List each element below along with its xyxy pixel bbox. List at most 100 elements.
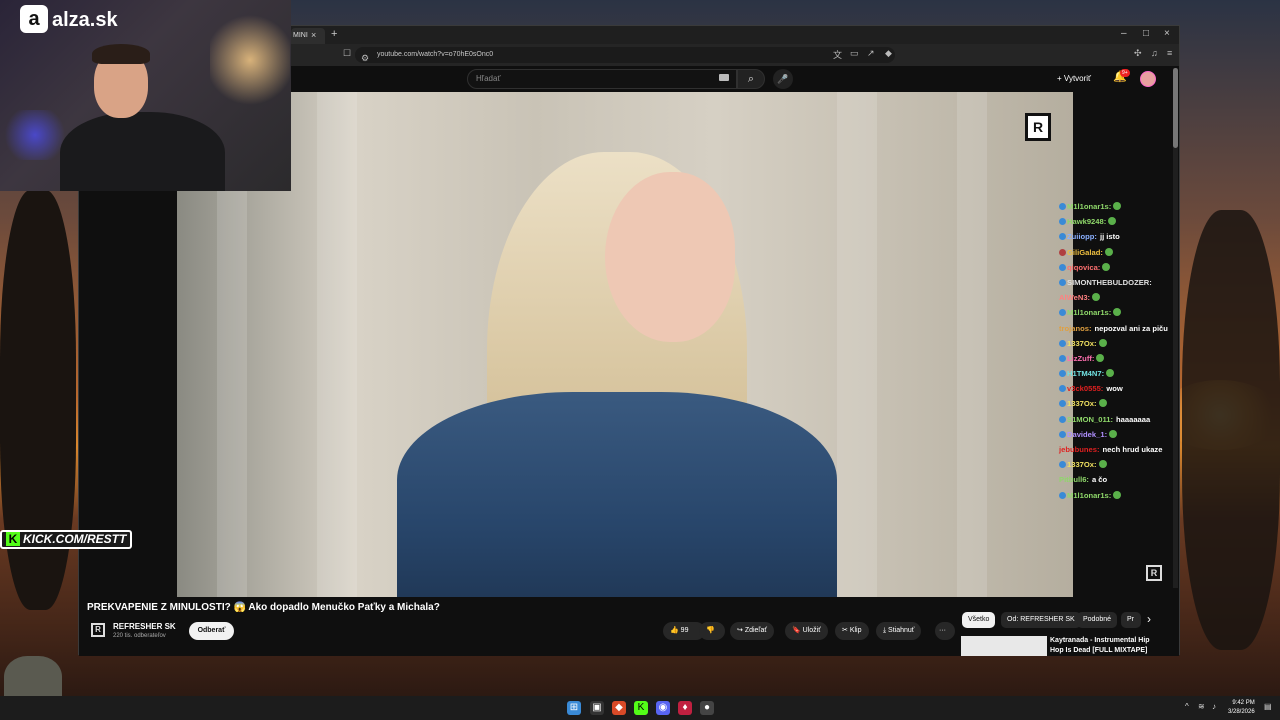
bookmark-icon[interactable]: ☐ — [343, 48, 351, 59]
chat-username[interactable]: SIMONTHEBULDOZER: — [1067, 278, 1152, 287]
user-badge-icon — [1059, 263, 1066, 271]
chat-username[interactable]: 1337Ox: — [1067, 339, 1097, 348]
chat-username[interactable]: M1l1onar1s: — [1067, 491, 1111, 500]
close-window-button[interactable]: × — [1164, 28, 1170, 39]
chat-username[interactable]: Hawk9248: — [1067, 217, 1106, 226]
user-badge-icon — [1059, 278, 1066, 286]
reader-icon[interactable]: ▭ — [850, 48, 859, 59]
share-button[interactable]: ↪ Zdieľať — [730, 622, 774, 640]
share-icon[interactable]: ↗ — [867, 48, 875, 59]
scrollbar-thumb[interactable] — [1173, 68, 1178, 148]
search-input[interactable]: Hľadať — [467, 69, 737, 89]
user-badge-icon — [1059, 461, 1066, 469]
emote-icon — [1108, 217, 1117, 226]
clip-button[interactable]: ✂ Klip — [835, 622, 869, 640]
dislike-button[interactable]: 👎 — [699, 622, 725, 640]
keyboard-icon[interactable] — [719, 74, 729, 81]
user-badge-icon — [1059, 491, 1066, 499]
clock-time: 9:42 PM — [1232, 700, 1255, 706]
bookmark-save-icon: 🔖 — [792, 627, 803, 634]
chat-username[interactable]: jebubunes: — [1059, 445, 1100, 454]
chat-username[interactable]: LizZuff: — [1067, 354, 1094, 363]
notification-center-icon[interactable]: ▤ — [1264, 702, 1272, 711]
more-actions-button[interactable]: ··· — [935, 622, 955, 640]
recommended-thumbnail[interactable] — [961, 636, 1047, 656]
chip-more[interactable]: Pr — [1121, 612, 1141, 628]
chat-message: qiqovica: — [1059, 260, 1209, 275]
notification-badge: 9+ — [1120, 69, 1130, 77]
recommended-title[interactable]: Kaytranada - Instrumental Hip Hop Is Dea… — [1050, 636, 1160, 656]
new-tab-button[interactable]: + — [331, 28, 337, 40]
chat-username[interactable]: Zuiiopp: — [1067, 232, 1097, 241]
url-field[interactable]: ⚙ youtube.com/watch?v=o70hE0sOnc0 — [355, 47, 895, 63]
chip-from-channel[interactable]: Od: REFRESHER SK — [1001, 612, 1081, 628]
chat-username[interactable]: trojanos: — [1059, 324, 1092, 333]
obs-icon[interactable]: ● — [700, 701, 714, 715]
chat-username[interactable]: Pitbull6: — [1059, 475, 1089, 484]
chat-username[interactable]: H1TM4N7: — [1067, 369, 1104, 378]
chat-username[interactable]: qiqovica: — [1067, 263, 1100, 272]
emote-icon — [1098, 399, 1107, 408]
minimize-button[interactable]: – — [1121, 28, 1127, 39]
volume-icon[interactable]: ♪ — [1212, 702, 1216, 711]
subscribe-button[interactable]: Odberať — [189, 622, 234, 640]
channel-name[interactable]: REFRESHER SK — [113, 622, 176, 631]
subscriber-count: 220 tis. odberateľov — [113, 633, 166, 639]
search-button[interactable]: ⌕ — [737, 69, 765, 89]
browser-tab[interactable]: MINI — [291, 28, 325, 44]
chat-text: haaaaaaa — [1116, 414, 1151, 424]
chat-username[interactable]: 1337Ox: — [1067, 460, 1097, 469]
menu-icon[interactable]: ≡ — [1167, 48, 1172, 58]
channel-avatar[interactable]: R — [91, 623, 105, 637]
chat-message: jebubunes: nech hrud ukaze — [1059, 442, 1209, 457]
site-info-icon[interactable]: ⚙ — [361, 50, 369, 66]
chat-username[interactable]: M1l1onar1s: — [1067, 308, 1111, 317]
chat-username[interactable]: AlWeN3: — [1059, 293, 1090, 302]
save-label: Uložiť — [802, 627, 821, 634]
create-button[interactable]: + Vytvoriť — [1057, 71, 1091, 87]
chat-username[interactable]: v3ck0555: — [1067, 384, 1103, 393]
clock[interactable]: 9:42 PM 3/28/2026 — [1228, 699, 1255, 717]
chat-message: AlWeN3: — [1059, 290, 1209, 305]
chat-username[interactable]: Davidek_1: — [1067, 430, 1107, 439]
alza-mark: a — [20, 5, 48, 33]
chat-username[interactable]: 1337Ox: — [1067, 399, 1097, 408]
discord-icon[interactable]: ◉ — [656, 701, 670, 715]
refresher-logo: R — [1025, 113, 1051, 141]
user-badge-icon — [1059, 354, 1066, 362]
chat-username[interactable]: GiliGalad: — [1067, 248, 1103, 257]
tab-close-icon[interactable]: × — [311, 30, 316, 40]
mic-button[interactable]: 🎤 — [773, 69, 793, 89]
chip-all[interactable]: Všetko — [962, 612, 996, 628]
video-title: PREKVAPENIE Z MINULOSTI? 😱 Ako dopadlo M… — [87, 602, 440, 613]
curtain-fold — [837, 92, 877, 597]
chat-username[interactable]: S1MON_011: — [1067, 415, 1113, 424]
task-view-icon[interactable]: ▣ — [590, 701, 604, 715]
kick-logo: K — [6, 532, 20, 546]
chevron-right-icon[interactable]: › — [1147, 612, 1151, 626]
tray-chevron-icon[interactable]: ^ — [1185, 702, 1189, 711]
translate-icon[interactable]: 文 — [833, 48, 842, 61]
avatar[interactable] — [1140, 71, 1156, 87]
video-player[interactable] — [177, 92, 1073, 597]
user-badge-icon — [1059, 248, 1066, 256]
app-icon[interactable]: ♦ — [678, 701, 692, 715]
chip-related[interactable]: Podobné — [1077, 612, 1118, 628]
extensions-icon[interactable]: ✣ — [1134, 48, 1142, 59]
chat-username[interactable]: M1l1onar1s: — [1067, 202, 1111, 211]
kick-url: KICK.COM/RESTT — [23, 532, 127, 546]
chat-message: Zuiiopp: jj isto — [1059, 229, 1209, 244]
person-jacket — [397, 392, 837, 597]
brave-browser-icon[interactable]: ◆ — [612, 701, 626, 715]
maximize-button[interactable]: □ — [1143, 28, 1149, 39]
start-icon[interactable]: ⊞ — [567, 701, 581, 715]
music-icon[interactable]: ♫ — [1151, 48, 1158, 58]
clock-date: 3/28/2026 — [1228, 709, 1255, 715]
network-icon[interactable]: ≋ — [1198, 702, 1205, 711]
shield-icon[interactable]: ◆ — [885, 48, 892, 59]
download-button[interactable]: ⤓ Stiahnuť — [876, 622, 922, 640]
url-text: youtube.com/watch?v=o70hE0sOnc0 — [377, 51, 494, 58]
save-button[interactable]: 🔖 Uložiť — [785, 622, 828, 640]
kick-app-icon[interactable]: K — [634, 701, 648, 715]
curtain-fold — [317, 92, 357, 597]
